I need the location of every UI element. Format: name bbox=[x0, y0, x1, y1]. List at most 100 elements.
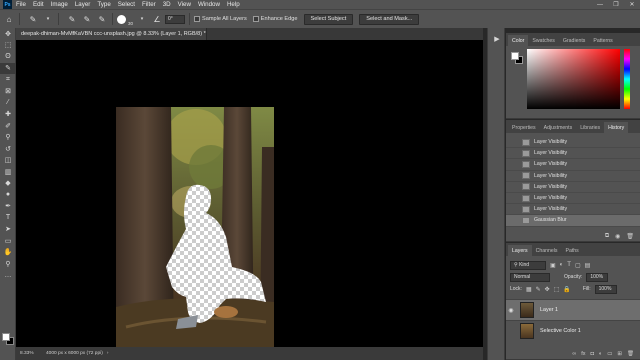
play-icon[interactable]: ▶ bbox=[488, 32, 506, 46]
history-item[interactable]: Layer Visibility bbox=[506, 193, 640, 205]
brush-tool-icon[interactable]: ✐ bbox=[0, 120, 16, 132]
history-brush-icon[interactable]: ↺ bbox=[0, 143, 16, 155]
brush-preview[interactable] bbox=[117, 14, 126, 24]
canvas-area[interactable] bbox=[16, 40, 483, 347]
eyedropper-tool-icon[interactable]: ⁄ bbox=[0, 97, 16, 109]
menu-filter[interactable]: Filter bbox=[142, 1, 156, 8]
tab-properties[interactable]: Properties bbox=[508, 122, 540, 133]
opacity-field[interactable]: 100% bbox=[586, 272, 609, 282]
trash-icon[interactable]: 🗑 bbox=[626, 233, 634, 240]
menu-type[interactable]: Type bbox=[97, 1, 110, 8]
gradient-tool-icon[interactable]: ▥ bbox=[0, 166, 16, 178]
menu-file[interactable]: File bbox=[16, 1, 26, 8]
eraser-tool-icon[interactable]: ◫ bbox=[0, 155, 16, 167]
add-mask-icon[interactable]: ◘ bbox=[591, 351, 594, 357]
document-tab[interactable]: deepak-dhiman-MvMfKaVBN ccc-unsplash.jpg… bbox=[16, 28, 207, 40]
menu-edit[interactable]: Edit bbox=[33, 1, 44, 8]
history-item[interactable]: Layer Visibility bbox=[506, 171, 640, 182]
angle-field[interactable]: 0° bbox=[165, 14, 186, 24]
fx-icon[interactable]: fx bbox=[581, 351, 585, 357]
rectangle-tool-icon[interactable]: ▭ bbox=[0, 235, 16, 247]
frame-tool-icon[interactable]: ⊠ bbox=[0, 86, 16, 98]
history-item-current[interactable]: Gaussian Blur bbox=[506, 215, 640, 227]
sample-all-layers-checkbox[interactable] bbox=[194, 16, 201, 22]
dodge-tool-icon[interactable]: ● bbox=[0, 189, 16, 201]
lock-icon[interactable]: 🔒 bbox=[563, 286, 570, 293]
menu-select[interactable]: Select bbox=[118, 1, 135, 8]
hue-slider[interactable] bbox=[624, 49, 630, 109]
blend-mode-select[interactable]: Normal bbox=[510, 272, 550, 282]
photoshop-logo[interactable]: Ps bbox=[3, 0, 12, 9]
document-image[interactable] bbox=[116, 107, 274, 347]
blur-tool-icon[interactable]: ◆ bbox=[0, 178, 16, 190]
clone-stamp-icon[interactable]: ⚲ bbox=[0, 132, 16, 144]
fill-field[interactable]: 100% bbox=[594, 284, 617, 294]
new-selection-icon[interactable]: ✎ bbox=[66, 13, 78, 25]
quick-selection-tool-icon[interactable]: ✎ bbox=[27, 13, 39, 25]
adjustment-layer-icon[interactable]: ◐ bbox=[599, 351, 602, 357]
hand-tool-icon[interactable]: ✋ bbox=[0, 247, 16, 259]
lock-position-icon[interactable]: ✥ bbox=[545, 286, 550, 293]
tab-paths[interactable]: Paths bbox=[562, 245, 583, 256]
lock-artboard-icon[interactable]: ⬚ bbox=[554, 286, 560, 293]
add-to-selection-icon[interactable]: ✎ bbox=[81, 13, 93, 25]
crop-tool-icon[interactable]: ⌗ bbox=[0, 74, 16, 86]
lasso-tool-icon[interactable]: ʘ bbox=[0, 51, 16, 63]
zoom-level[interactable]: 8.33% bbox=[20, 351, 40, 356]
chevron-right-icon[interactable]: › bbox=[107, 351, 109, 356]
marquee-tool-icon[interactable]: ⬚ bbox=[0, 40, 16, 52]
quick-selection-tool-icon[interactable]: ✎ bbox=[0, 62, 16, 74]
color-picker-field[interactable] bbox=[527, 49, 620, 109]
menu-layer[interactable]: Layer bbox=[75, 1, 90, 8]
kind-filter-select[interactable]: ⚲ Kind bbox=[510, 260, 546, 270]
new-document-from-state-icon[interactable]: ⧉ bbox=[605, 233, 609, 240]
maximize-button[interactable]: ❐ bbox=[608, 0, 624, 9]
foreground-color-swatch[interactable] bbox=[2, 333, 10, 341]
tab-libraries[interactable]: Libraries bbox=[576, 122, 604, 133]
layer-row-selective-color-1[interactable]: Selective Color 1 bbox=[506, 320, 640, 341]
enhance-edge-checkbox[interactable] bbox=[252, 16, 259, 22]
select-subject-button[interactable]: Select Subject bbox=[303, 13, 354, 25]
select-and-mask-button[interactable]: Select and Mask... bbox=[359, 13, 420, 25]
group-icon[interactable]: ▭ bbox=[607, 351, 612, 357]
minimize-button[interactable]: — bbox=[592, 0, 608, 9]
healing-brush-icon[interactable]: ✚ bbox=[0, 109, 16, 121]
history-item[interactable]: Layer Visibility bbox=[506, 159, 640, 171]
tab-adjustments[interactable]: Adjustments bbox=[540, 122, 577, 133]
history-item[interactable]: Layer Visibility bbox=[506, 182, 640, 193]
zoom-tool-icon[interactable]: ⚲ bbox=[0, 258, 16, 270]
subtract-from-selection-icon[interactable]: ✎ bbox=[96, 13, 108, 25]
tab-patterns[interactable]: Patterns bbox=[589, 35, 616, 46]
tab-channels[interactable]: Channels bbox=[532, 245, 562, 256]
adjustment-filter-icon[interactable]: ◐ bbox=[560, 262, 564, 268]
move-tool-icon[interactable]: ✥ bbox=[0, 28, 16, 40]
history-item[interactable]: Layer Visibility bbox=[506, 204, 640, 216]
tab-swatches[interactable]: Swatches bbox=[528, 35, 559, 46]
link-layers-icon[interactable]: ∞ bbox=[572, 351, 576, 357]
history-item[interactable]: Layer Visibility bbox=[506, 148, 640, 160]
new-layer-icon[interactable]: ⊞ bbox=[617, 351, 622, 357]
more-tools-icon[interactable]: … bbox=[0, 270, 16, 282]
type-tool-icon[interactable]: T bbox=[0, 212, 16, 224]
pixel-filter-icon[interactable]: ▣ bbox=[550, 262, 556, 269]
pen-tool-icon[interactable]: ✒ bbox=[0, 201, 16, 213]
type-filter-icon[interactable]: T bbox=[567, 262, 571, 268]
menu-image[interactable]: Image bbox=[51, 1, 68, 8]
trash-icon[interactable]: 🗑 bbox=[627, 351, 634, 357]
foreground-color-swatch[interactable] bbox=[511, 52, 519, 60]
chevron-down-icon[interactable]: ▾ bbox=[136, 13, 148, 25]
camera-icon[interactable]: ◉ bbox=[615, 233, 620, 240]
tab-history[interactable]: History bbox=[604, 122, 629, 133]
shape-filter-icon[interactable]: ▢ bbox=[575, 262, 581, 269]
menu-window[interactable]: Window bbox=[198, 1, 220, 8]
path-selection-icon[interactable]: ➤ bbox=[0, 224, 16, 236]
menu-view[interactable]: View bbox=[178, 1, 191, 8]
menu-help[interactable]: Help bbox=[227, 1, 240, 8]
smart-object-filter-icon[interactable]: ▤ bbox=[585, 262, 591, 269]
close-button[interactable]: ✕ bbox=[624, 0, 640, 9]
lock-transparent-icon[interactable]: ▦ bbox=[526, 286, 532, 293]
layer-row-layer-1[interactable]: ◉ Layer 1 bbox=[506, 299, 640, 320]
tab-color[interactable]: Color bbox=[508, 35, 529, 46]
chevron-down-icon[interactable]: ▾ bbox=[42, 13, 54, 25]
lock-paint-icon[interactable]: ✎ bbox=[536, 286, 541, 293]
